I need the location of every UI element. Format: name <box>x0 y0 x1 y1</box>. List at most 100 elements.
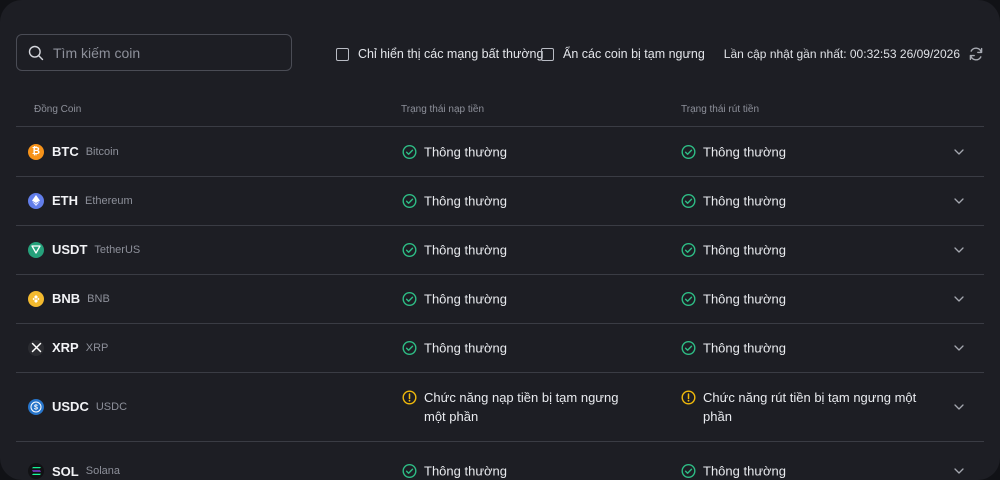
coin-symbol: ETH <box>52 193 78 208</box>
deposit-status-text: Thông thường <box>424 240 507 259</box>
coin-name: Bitcoin <box>86 146 119 158</box>
coin-cell: SOL Solana <box>28 463 120 479</box>
withdraw-status-text: Thông thường <box>703 240 786 259</box>
withdraw-status: Thông thường <box>681 462 921 480</box>
table-row[interactable]: USDTTetherUS Thông thường Thông thường <box>16 225 984 275</box>
coin-name: USDC <box>96 401 127 413</box>
col-withdraw: Trạng thái rút tiền <box>681 104 759 115</box>
search-icon <box>28 45 44 61</box>
withdraw-status-text: Thông thường <box>703 191 786 210</box>
bnb-icon <box>28 291 44 307</box>
check-circle-icon <box>681 193 696 208</box>
check-circle-icon <box>402 340 417 355</box>
withdraw-status-text: Thông thường <box>703 289 786 308</box>
coin-symbol: USDC <box>52 399 89 414</box>
abnormal-networks-label: Chỉ hiển thị các mạng bất thường <box>358 47 543 61</box>
abnormal-networks-checkbox[interactable]: Chỉ hiển thị các mạng bất thường <box>336 47 543 61</box>
check-circle-icon <box>681 291 696 306</box>
coin-name: XRP <box>86 342 109 354</box>
table-header: Đồng Coin Trạng thái nạp tiền Trạng thái… <box>16 96 984 127</box>
withdraw-status-text: Thông thường <box>703 462 786 480</box>
checkbox-box[interactable] <box>541 48 554 61</box>
coin-cell: XRP XRP <box>28 340 108 356</box>
check-circle-icon <box>402 144 417 159</box>
coin-name: Ethereum <box>85 195 133 207</box>
check-circle-icon <box>402 291 417 306</box>
last-updated-text: Lần cập nhật gần nhất: 00:32:53 26/09/20… <box>724 47 960 61</box>
deposit-status: Chức năng nạp tiền bị tạm ngưng một phần <box>402 388 642 426</box>
deposit-status-text: Thông thường <box>424 142 507 161</box>
coin-cell: USDTTetherUS <box>28 242 140 258</box>
coin-cell: BNB BNB <box>28 291 110 307</box>
withdraw-status: Thông thường <box>681 142 921 161</box>
search-box[interactable] <box>16 34 292 71</box>
deposit-status: Thông thường <box>402 191 642 210</box>
deposit-status: Thông thường <box>402 462 642 480</box>
refresh-icon[interactable] <box>968 46 984 62</box>
chevron-down-icon[interactable] <box>954 296 964 302</box>
table-row[interactable]: $ USDC USDC Chức năng nạp tiền bị tạm ngưng… <box>16 372 984 442</box>
chevron-down-icon[interactable] <box>954 468 964 474</box>
bitcoin-icon: ₿ <box>28 144 44 160</box>
withdraw-status: Thông thường <box>681 338 921 357</box>
chevron-down-icon[interactable] <box>954 149 964 155</box>
deposit-status-text: Thông thường <box>424 191 507 210</box>
coin-cell: ₿ BTC Bitcoin <box>28 144 119 160</box>
withdraw-status-text: Thông thường <box>703 142 786 161</box>
coin-symbol: USDT <box>52 242 87 257</box>
deposit-status: Thông thường <box>402 289 642 308</box>
svg-text:$: $ <box>34 404 38 411</box>
warning-icon <box>681 390 696 405</box>
check-circle-icon <box>402 193 417 208</box>
last-updated: Lần cập nhật gần nhất: 00:32:53 26/09/20… <box>724 46 984 62</box>
check-circle-icon <box>402 464 417 479</box>
coin-symbol: BNB <box>52 291 80 306</box>
coin-symbol: SOL <box>52 464 79 479</box>
hide-suspended-label: Ẩn các coin bị tạm ngưng <box>563 47 705 61</box>
withdraw-status: Thông thường <box>681 289 921 308</box>
deposit-status-text: Thông thường <box>424 338 507 357</box>
coin-status-panel: Chỉ hiển thị các mạng bất thường Ẩn các … <box>0 0 1000 480</box>
check-circle-icon <box>681 144 696 159</box>
deposit-status: Thông thường <box>402 240 642 259</box>
col-coin: Đồng Coin <box>34 104 81 115</box>
hide-suspended-checkbox[interactable]: Ẩn các coin bị tạm ngưng <box>541 47 705 61</box>
coin-name: BNB <box>87 293 110 305</box>
coin-cell: ETH Ethereum <box>28 193 133 209</box>
check-circle-icon <box>402 242 417 257</box>
deposit-status: Thông thường <box>402 338 642 357</box>
withdraw-status: Thông thường <box>681 191 921 210</box>
checkbox-box[interactable] <box>336 48 349 61</box>
coin-symbol: BTC <box>52 144 79 159</box>
chevron-down-icon[interactable] <box>954 345 964 351</box>
check-circle-icon <box>681 340 696 355</box>
tether-icon <box>28 242 44 258</box>
check-circle-icon <box>681 464 696 479</box>
toolbar: Chỉ hiển thị các mạng bất thường Ẩn các … <box>16 34 984 74</box>
solana-icon <box>28 463 44 479</box>
coin-symbol: XRP <box>52 340 79 355</box>
chevron-down-icon[interactable] <box>954 198 964 204</box>
chevron-down-icon[interactable] <box>954 404 964 410</box>
chevron-down-icon[interactable] <box>954 247 964 253</box>
withdraw-status-text: Thông thường <box>703 338 786 357</box>
deposit-status-text: Thông thường <box>424 289 507 308</box>
check-circle-icon <box>681 242 696 257</box>
search-input[interactable] <box>51 44 275 62</box>
xrp-icon <box>28 340 44 356</box>
table-row[interactable]: SOL Solana Thông thường Thông thường <box>16 441 984 480</box>
warning-icon <box>402 390 417 405</box>
table-row[interactable]: ₿ BTC Bitcoin Thông thường Thông thường <box>16 127 984 177</box>
coin-cell: $ USDC USDC <box>28 399 127 415</box>
deposit-status: Thông thường <box>402 142 642 161</box>
table-row[interactable]: BNB BNB Thông thường Thông thường <box>16 274 984 324</box>
withdraw-status-text: Chức năng rút tiền bị tạm ngưng một phần <box>703 388 921 426</box>
deposit-status-text: Thông thường <box>424 462 507 480</box>
coin-name: Solana <box>86 465 120 477</box>
ethereum-icon <box>28 193 44 209</box>
table-row[interactable]: XRP XRP Thông thường Thông thường <box>16 323 984 373</box>
col-deposit: Trạng thái nạp tiền <box>401 104 484 115</box>
usdc-icon: $ <box>28 399 44 415</box>
withdraw-status: Chức năng rút tiền bị tạm ngưng một phần <box>681 388 921 426</box>
table-row[interactable]: ETH Ethereum Thông thường Thông thường <box>16 176 984 226</box>
